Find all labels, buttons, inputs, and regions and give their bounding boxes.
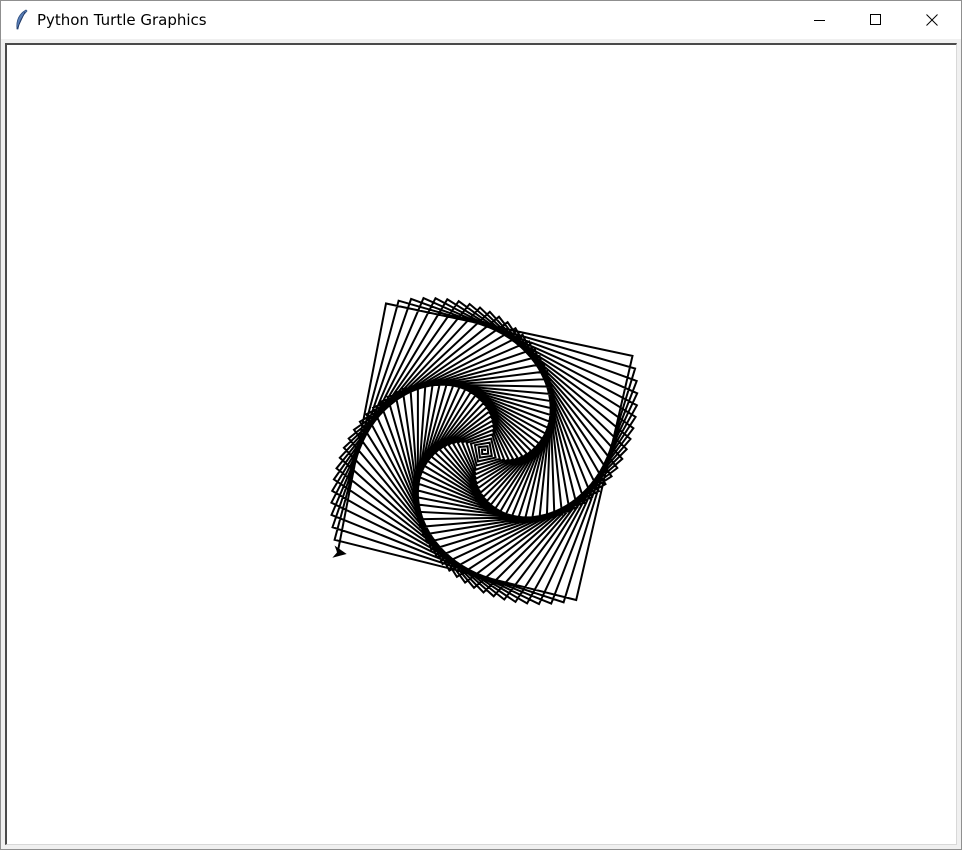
minimize-icon (814, 11, 826, 30)
turtle-arrow (332, 545, 347, 558)
title-bar[interactable]: Python Turtle Graphics (1, 1, 961, 39)
turtle-canvas-area[interactable] (5, 43, 957, 845)
turtle-drawing (330, 296, 639, 606)
maximize-icon (870, 11, 882, 30)
feather-icon (12, 9, 32, 31)
minimize-button[interactable] (797, 1, 843, 39)
maximize-button[interactable] (853, 1, 899, 39)
square-spiral (330, 296, 639, 606)
window-title: Python Turtle Graphics (37, 11, 207, 29)
spiral-path (330, 296, 639, 606)
close-button[interactable] (909, 1, 955, 39)
turtle-window: Python Turtle Graphics (0, 0, 962, 850)
close-icon (926, 11, 938, 30)
turtle-arrow-icon (332, 545, 347, 558)
